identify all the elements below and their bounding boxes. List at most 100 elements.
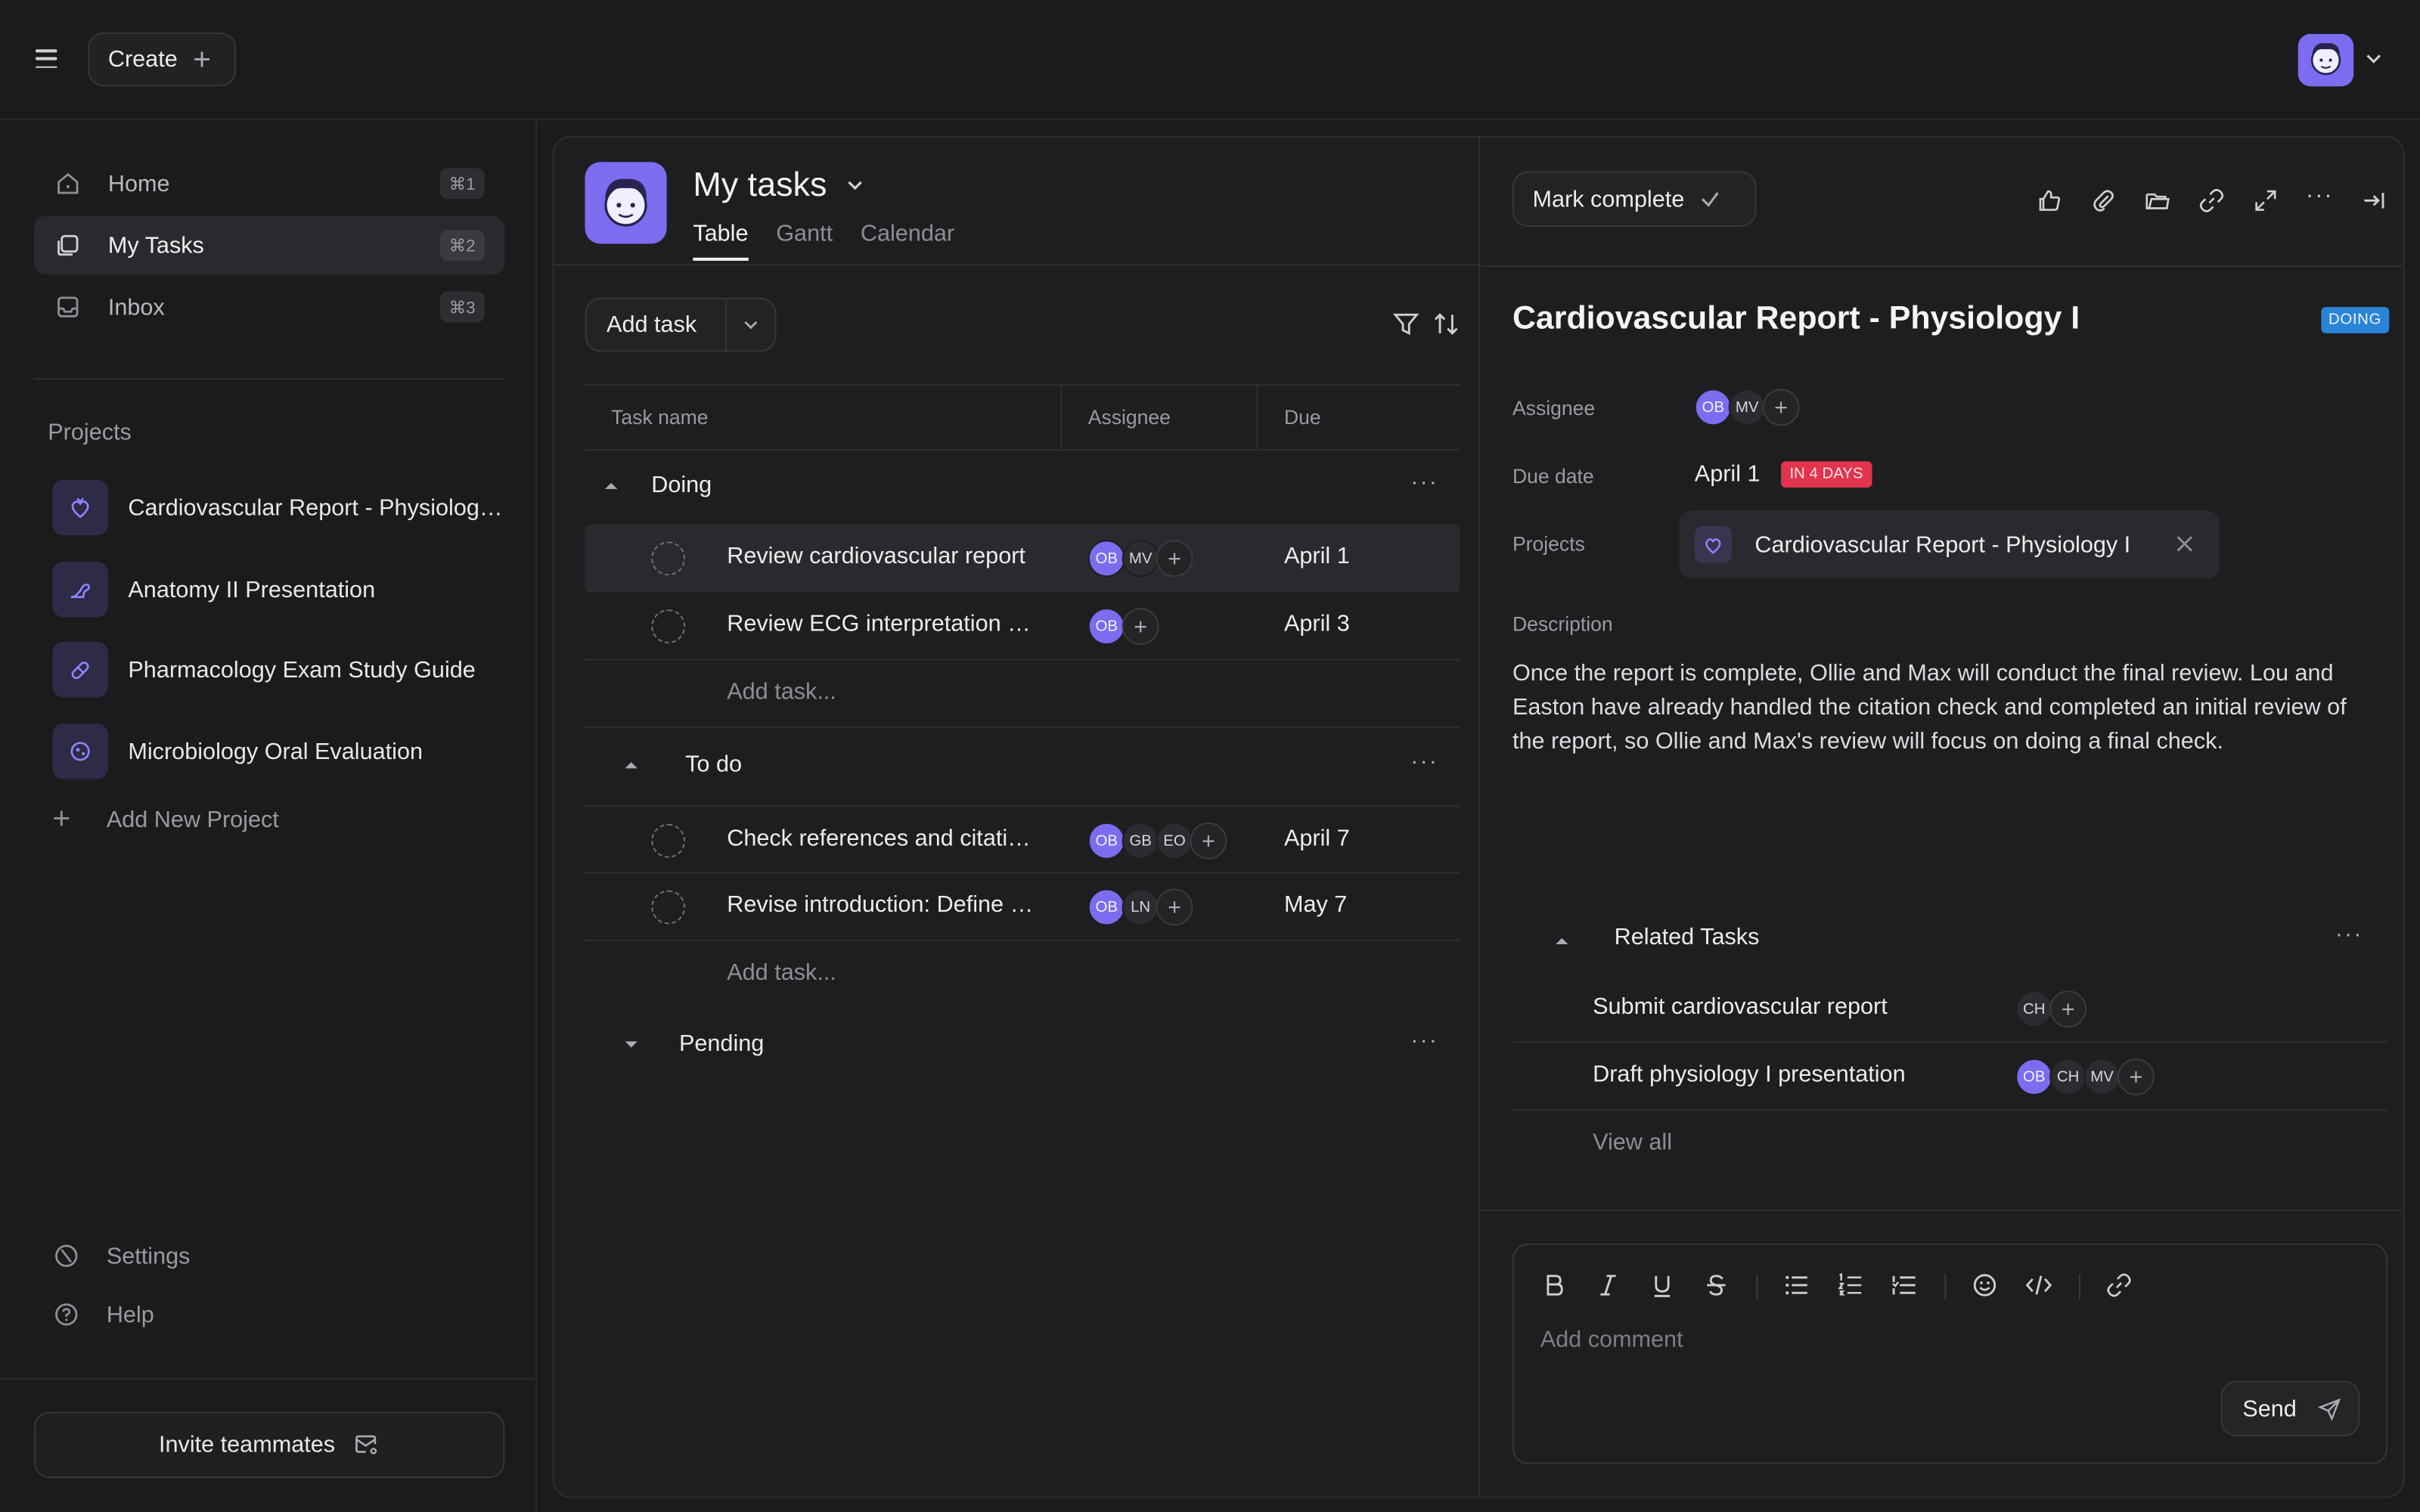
project-chip[interactable]: Cardiovascular Report - Physiology I xyxy=(1679,510,2220,579)
attachment-icon[interactable] xyxy=(2090,187,2118,215)
add-task-button[interactable]: Add task xyxy=(587,299,728,351)
plus-icon: + xyxy=(193,42,212,77)
view-all-link[interactable]: View all xyxy=(1593,1129,1672,1156)
complete-checkbox[interactable] xyxy=(651,609,686,644)
task-title[interactable]: Cardiovascular Report - Physiology I xyxy=(1512,301,2080,338)
filter-icon[interactable] xyxy=(1392,310,1420,338)
invite-teammates-button[interactable]: Invite teammates xyxy=(33,1411,505,1479)
user-avatar[interactable] xyxy=(2297,33,2354,87)
strikethrough-icon[interactable] xyxy=(1702,1272,1730,1300)
more-icon[interactable]: ··· xyxy=(2335,921,2363,947)
column-header-assignee[interactable]: Assignee xyxy=(1088,406,1171,429)
column-header-task-name[interactable]: Task name xyxy=(611,406,708,429)
folder-icon[interactable] xyxy=(2144,187,2172,215)
sidebar-item-label: My Tasks xyxy=(107,232,204,259)
table-row[interactable]: Revise introduction: Define key terms OB… xyxy=(585,873,1460,941)
task-detail-pane: Mark complete ··· Cardiovascular Report … xyxy=(1480,138,2403,1497)
sidebar-project-pharmacology[interactable]: Pharmacology Exam Study Guide xyxy=(52,641,503,698)
settings-button[interactable]: Settings xyxy=(52,1242,190,1270)
status-badge[interactable]: DOING xyxy=(2320,307,2390,333)
close-panel-icon[interactable] xyxy=(2360,187,2387,215)
italic-icon[interactable] xyxy=(1594,1272,1622,1300)
close-icon[interactable] xyxy=(2174,534,2195,554)
expand-icon[interactable] xyxy=(2252,187,2280,215)
group-name: Doing xyxy=(651,472,712,499)
sidebar-item-home[interactable]: Home ⌘1 xyxy=(34,154,504,213)
comment-input[interactable] xyxy=(1540,1327,2359,1353)
sidebar-item-my-tasks[interactable]: My Tasks ⌘2 xyxy=(33,215,505,275)
table-row[interactable]: Check references and citations OB GB EO … xyxy=(585,805,1460,874)
add-assignee-button[interactable]: + xyxy=(2117,1058,2155,1095)
page-title[interactable]: My tasks xyxy=(693,165,864,205)
sidebar-project-microbiology[interactable]: Microbiology Oral Evaluation xyxy=(52,723,503,779)
tab-calendar[interactable]: Calendar xyxy=(861,221,954,261)
bullet-list-icon[interactable] xyxy=(1782,1272,1810,1300)
sidebar-project-anatomy[interactable]: Anatomy II Presentation xyxy=(52,561,503,618)
add-project-button[interactable]: + Add New Project xyxy=(52,802,278,838)
due-date-field[interactable]: April 1 IN 4 DAYS xyxy=(1695,461,1872,488)
send-button[interactable]: Send xyxy=(2220,1380,2360,1436)
numbered-list-icon[interactable] xyxy=(1837,1272,1865,1300)
caret-up-icon[interactable] xyxy=(622,756,640,774)
link-icon[interactable] xyxy=(2198,187,2226,215)
like-icon[interactable] xyxy=(2036,187,2064,215)
create-button[interactable]: Create + xyxy=(88,32,237,87)
caret-up-icon[interactable] xyxy=(1553,932,1571,950)
table-row[interactable]: Review cardiovascular report OB MV + Apr… xyxy=(585,524,1460,593)
add-assignee-button[interactable]: + xyxy=(1762,389,1800,426)
related-task-row[interactable]: Draft physiology I presentation OB CH MV… xyxy=(1512,1043,2388,1111)
add-task-dropdown[interactable] xyxy=(727,316,774,333)
add-task-inline-button[interactable]: Add task... xyxy=(727,959,836,986)
complete-checkbox[interactable] xyxy=(651,890,686,925)
add-assignee-button[interactable]: + xyxy=(1156,888,1193,926)
heart-icon xyxy=(52,479,108,536)
sort-icon[interactable] xyxy=(1432,310,1460,338)
divider xyxy=(1480,265,2403,268)
add-assignee-button[interactable]: + xyxy=(1122,608,1159,646)
group-header-pending: Pending ··· xyxy=(585,1009,1460,1083)
add-assignee-button[interactable]: + xyxy=(2049,990,2087,1028)
table-row[interactable]: Review ECG interpretation section OB + A… xyxy=(585,593,1460,661)
toolbar-separator xyxy=(2078,1274,2080,1300)
table-header: Task name Assignee Due xyxy=(585,384,1460,451)
underline-icon[interactable] xyxy=(1649,1272,1677,1300)
checklist-icon[interactable] xyxy=(1891,1272,1919,1300)
related-task-name: Submit cardiovascular report xyxy=(1593,993,1888,1020)
emoji-icon[interactable] xyxy=(1971,1272,1999,1300)
menu-icon[interactable] xyxy=(34,46,59,71)
add-assignee-button[interactable]: + xyxy=(1190,822,1227,860)
shortcut-badge: ⌘3 xyxy=(439,291,485,323)
caret-down-icon[interactable] xyxy=(622,1035,640,1053)
related-task-name: Draft physiology I presentation xyxy=(1593,1061,1906,1088)
related-task-row[interactable]: Submit cardiovascular report CH + xyxy=(1512,975,2388,1043)
caret-up-icon[interactable] xyxy=(602,477,620,495)
avatar[interactable]: MV xyxy=(1728,389,1766,426)
avatar[interactable]: OB xyxy=(1694,389,1732,426)
complete-checkbox[interactable] xyxy=(651,823,686,858)
sidebar-item-inbox[interactable]: Inbox ⌘3 xyxy=(34,277,504,336)
divider xyxy=(1480,1209,2403,1212)
more-icon[interactable]: ··· xyxy=(1410,469,1438,495)
assignee-avatars: OB LN + xyxy=(1087,888,1193,926)
tab-gantt[interactable]: Gantt xyxy=(776,221,833,261)
page-title-text: My tasks xyxy=(693,165,827,204)
bold-icon[interactable] xyxy=(1540,1272,1568,1300)
more-icon[interactable]: ··· xyxy=(1410,1027,1438,1054)
assignee-avatars: CH + xyxy=(2015,990,2087,1028)
column-header-due[interactable]: Due xyxy=(1284,406,1321,429)
avatar: MV xyxy=(1122,540,1159,578)
complete-checkbox[interactable] xyxy=(651,541,686,576)
help-button[interactable]: Help xyxy=(52,1300,154,1328)
more-icon[interactable]: ··· xyxy=(1410,748,1438,775)
create-label: Create xyxy=(107,46,178,73)
add-assignee-button[interactable]: + xyxy=(1156,540,1193,578)
mark-complete-button[interactable]: Mark complete xyxy=(1512,171,1757,227)
sidebar-project-cardiovascular[interactable]: Cardiovascular Report - Physiology I xyxy=(52,479,503,536)
tab-table[interactable]: Table xyxy=(693,221,749,261)
chevron-down-icon[interactable] xyxy=(2365,49,2383,67)
more-icon[interactable]: ··· xyxy=(2306,182,2334,210)
add-task-inline-button[interactable]: Add task... xyxy=(727,679,836,705)
code-icon[interactable] xyxy=(2025,1272,2053,1300)
description-text[interactable]: Once the report is complete, Ollie and M… xyxy=(1512,657,2377,759)
link-icon[interactable] xyxy=(2105,1272,2133,1300)
